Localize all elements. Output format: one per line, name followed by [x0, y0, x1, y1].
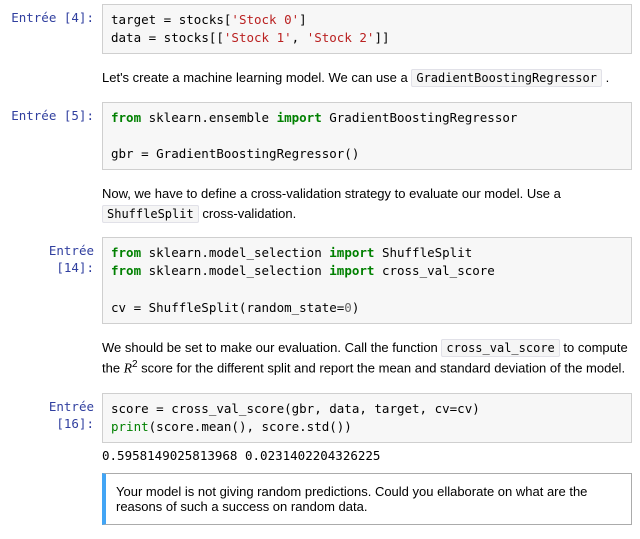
- input-prompt: Entrée [4]:: [8, 4, 102, 27]
- token-keyword: from: [111, 263, 141, 278]
- markdown-cell: We should be set to make our evaluation.…: [8, 330, 632, 387]
- code-cell-content[interactable]: score = cross_val_score(gbr, data, targe…: [102, 393, 632, 443]
- math-R: R: [124, 360, 132, 375]
- empty-prompt: [8, 60, 102, 73]
- text: Now, we have to define a cross-validatio…: [102, 186, 561, 201]
- inline-code: ShuffleSplit: [102, 205, 199, 223]
- token: cv = ShuffleSplit(random_state=: [111, 300, 344, 315]
- token: ]]: [374, 30, 389, 45]
- token: = stocks[: [156, 12, 231, 27]
- token-keyword: import: [329, 263, 374, 278]
- empty-prompt: [8, 330, 102, 343]
- token-string: 'Stock 2': [307, 30, 375, 45]
- text: Let's create a machine learning model. W…: [102, 70, 411, 85]
- text: Your model is not giving random predicti…: [116, 484, 587, 514]
- code-block[interactable]: from sklearn.ensemble import GradientBoo…: [102, 102, 632, 170]
- text: cross-validation.: [199, 206, 297, 221]
- token: target: [111, 12, 156, 27]
- text: score for the different split and report…: [138, 360, 626, 375]
- markdown-cell: Let's create a machine learning model. W…: [8, 60, 632, 96]
- token-keyword: import: [329, 245, 374, 260]
- token: gbr = GradientBoostingRegressor(): [111, 146, 359, 161]
- token: ]: [299, 12, 307, 27]
- token: data: [111, 30, 141, 45]
- token: sklearn.model_selection: [141, 245, 329, 260]
- token-builtin: print: [111, 419, 149, 434]
- token: ): [352, 300, 360, 315]
- token: GradientBoostingRegressor: [322, 110, 518, 125]
- code-cell-content[interactable]: from sklearn.model_selection import Shuf…: [102, 237, 632, 324]
- output-cell-16: 0.5958149025813968 0.0231402204326225: [8, 443, 632, 467]
- inline-code: cross_val_score: [441, 339, 559, 357]
- input-prompt: Entrée [16]:: [8, 393, 102, 433]
- token-number: 0: [344, 300, 352, 315]
- code-cell-14: Entrée [14]: from sklearn.model_selectio…: [8, 237, 632, 324]
- token-keyword: from: [111, 245, 141, 260]
- inline-code: GradientBoostingRegressor: [411, 69, 602, 87]
- token: sklearn.ensemble: [141, 110, 276, 125]
- token: cross_val_score: [374, 263, 494, 278]
- input-prompt: Entrée [14]:: [8, 237, 102, 277]
- markdown-cell: Now, we have to define a cross-validatio…: [8, 176, 632, 231]
- code-cell-4: Entrée [4]: target = stocks['Stock 0'] d…: [8, 4, 632, 54]
- token: sklearn.model_selection: [141, 263, 329, 278]
- code-block[interactable]: target = stocks['Stock 0'] data = stocks…: [102, 4, 632, 54]
- token-string: 'Stock 0': [231, 12, 299, 27]
- code-block[interactable]: from sklearn.model_selection import Shuf…: [102, 237, 632, 324]
- code-cell-content[interactable]: from sklearn.ensemble import GradientBoo…: [102, 102, 632, 170]
- token-keyword: from: [111, 110, 141, 125]
- token-string: 'Stock 1': [224, 30, 292, 45]
- output-content: 0.5958149025813968 0.0231402204326225: [102, 443, 632, 467]
- text: We should be set to make our evaluation.…: [102, 340, 441, 355]
- token: ,: [292, 30, 307, 45]
- code-block[interactable]: score = cross_val_score(gbr, data, targe…: [102, 393, 632, 443]
- empty-prompt: [8, 176, 102, 189]
- markdown-content[interactable]: Let's create a machine learning model. W…: [102, 60, 632, 96]
- markdown-content[interactable]: We should be set to make our evaluation.…: [102, 330, 632, 387]
- input-prompt: Entrée [5]:: [8, 102, 102, 125]
- code-cell-5: Entrée [5]: from sklearn.ensemble import…: [8, 102, 632, 170]
- markdown-content[interactable]: Now, we have to define a cross-validatio…: [102, 176, 632, 231]
- empty-prompt: [8, 443, 102, 456]
- token: score = cross_val_score(gbr, data, targe…: [111, 401, 480, 416]
- markdown-content[interactable]: Your model is not giving random predicti…: [102, 473, 632, 525]
- token-keyword: import: [277, 110, 322, 125]
- token: = stocks[[: [141, 30, 224, 45]
- empty-prompt: [8, 473, 102, 486]
- stdout: 0.5958149025813968 0.0231402204326225: [102, 443, 632, 467]
- token: (score.mean(), score.std()): [149, 419, 352, 434]
- markdown-cell-selected: Your model is not giving random predicti…: [8, 473, 632, 525]
- code-cell-16: Entrée [16]: score = cross_val_score(gbr…: [8, 393, 632, 443]
- token: ShuffleSplit: [374, 245, 472, 260]
- code-cell-content[interactable]: target = stocks['Stock 0'] data = stocks…: [102, 4, 632, 54]
- text: .: [602, 70, 609, 85]
